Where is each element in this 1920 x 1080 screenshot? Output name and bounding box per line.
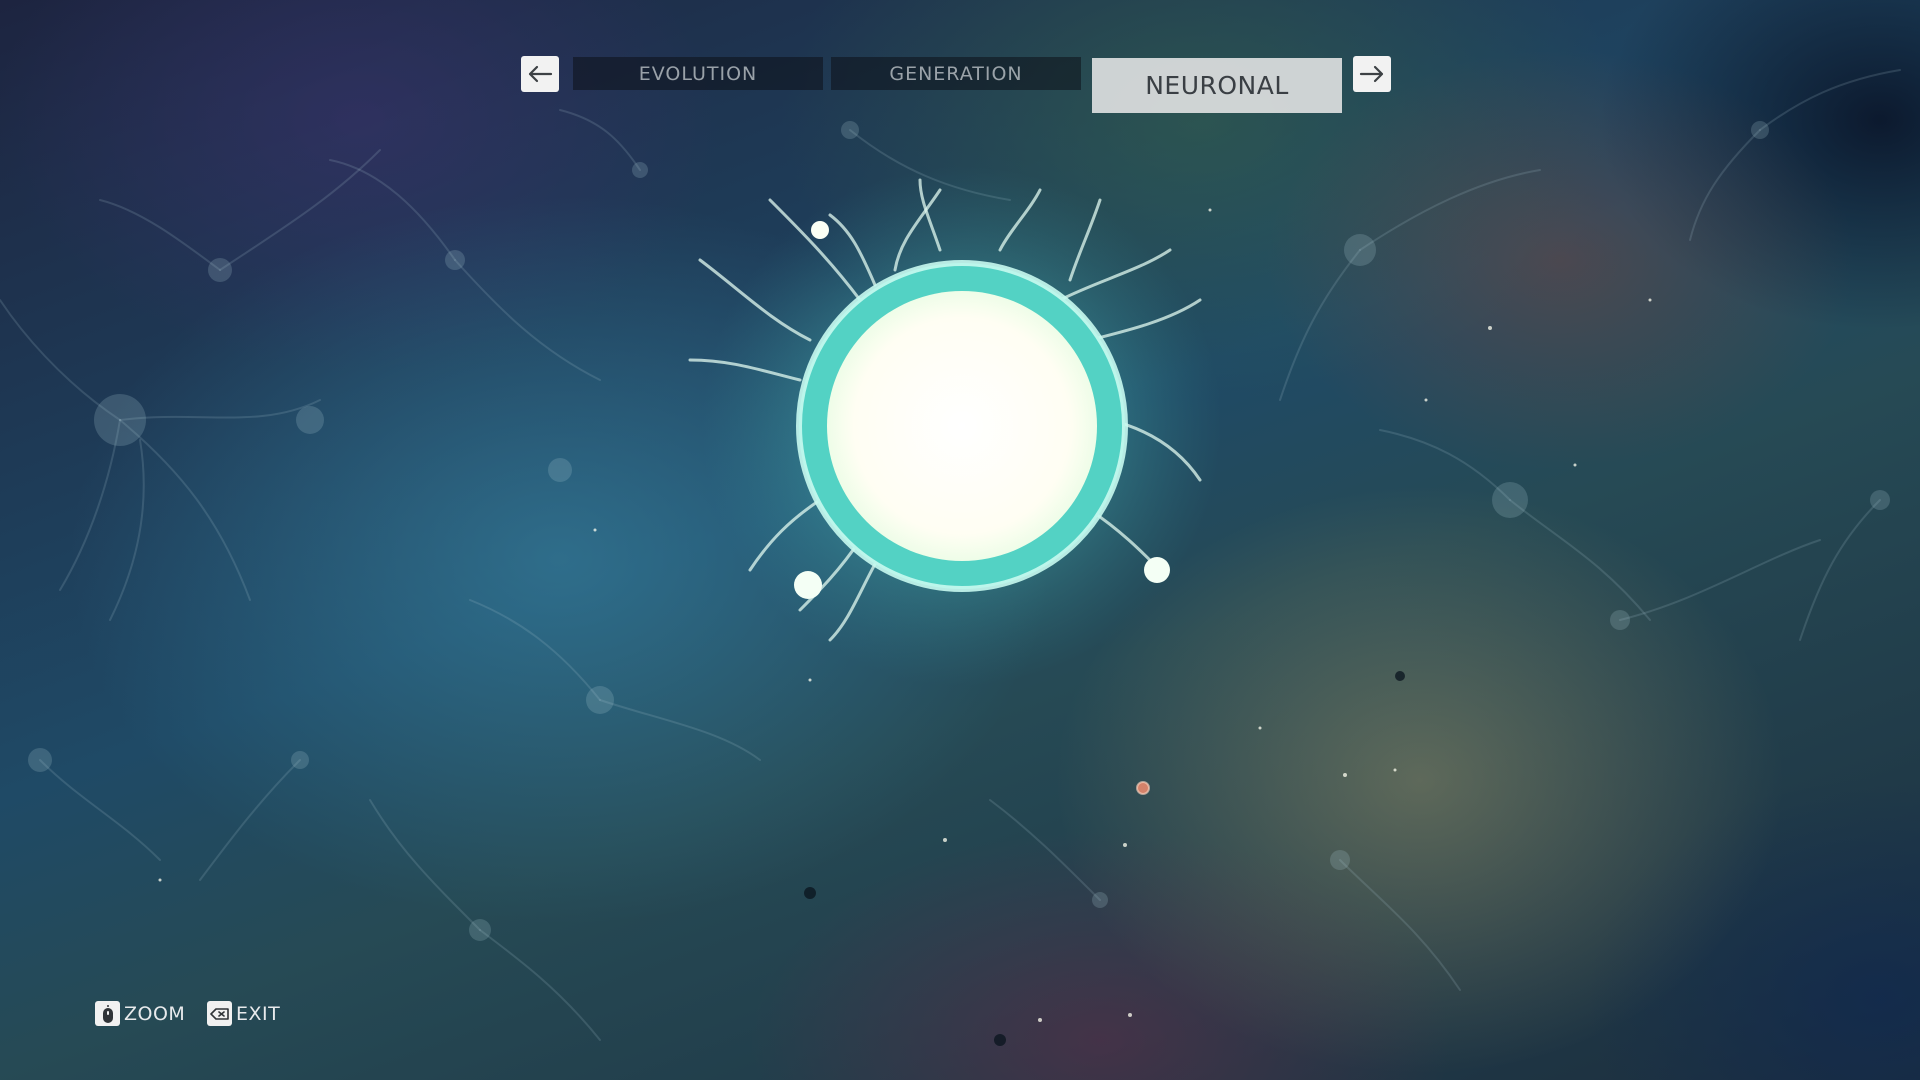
prev-tab-button[interactable] <box>521 56 559 92</box>
tab-label: GENERATION <box>889 62 1023 85</box>
neuron-network-background <box>0 69 1901 1046</box>
game-screen: EVOLUTION GENERATION NEURONAL ZOOM EXIT <box>0 0 1920 1080</box>
tab-generation[interactable]: GENERATION <box>831 57 1081 90</box>
next-tab-button[interactable] <box>1353 56 1391 92</box>
arrow-right-icon <box>1359 65 1384 83</box>
exit-hint[interactable]: EXIT <box>207 1001 280 1026</box>
tab-label: EVOLUTION <box>638 62 758 85</box>
mouse-scroll-icon <box>95 1001 120 1026</box>
tab-evolution[interactable]: EVOLUTION <box>573 57 823 90</box>
exit-label: EXIT <box>236 1002 281 1025</box>
zoom-label: ZOOM <box>124 1002 186 1025</box>
zoom-hint[interactable]: ZOOM <box>95 1001 185 1026</box>
arrow-left-icon <box>528 65 553 83</box>
tab-label: NEURONAL <box>1145 71 1289 100</box>
backspace-key-icon <box>207 1001 232 1026</box>
tab-neuronal[interactable]: NEURONAL <box>1092 58 1342 113</box>
